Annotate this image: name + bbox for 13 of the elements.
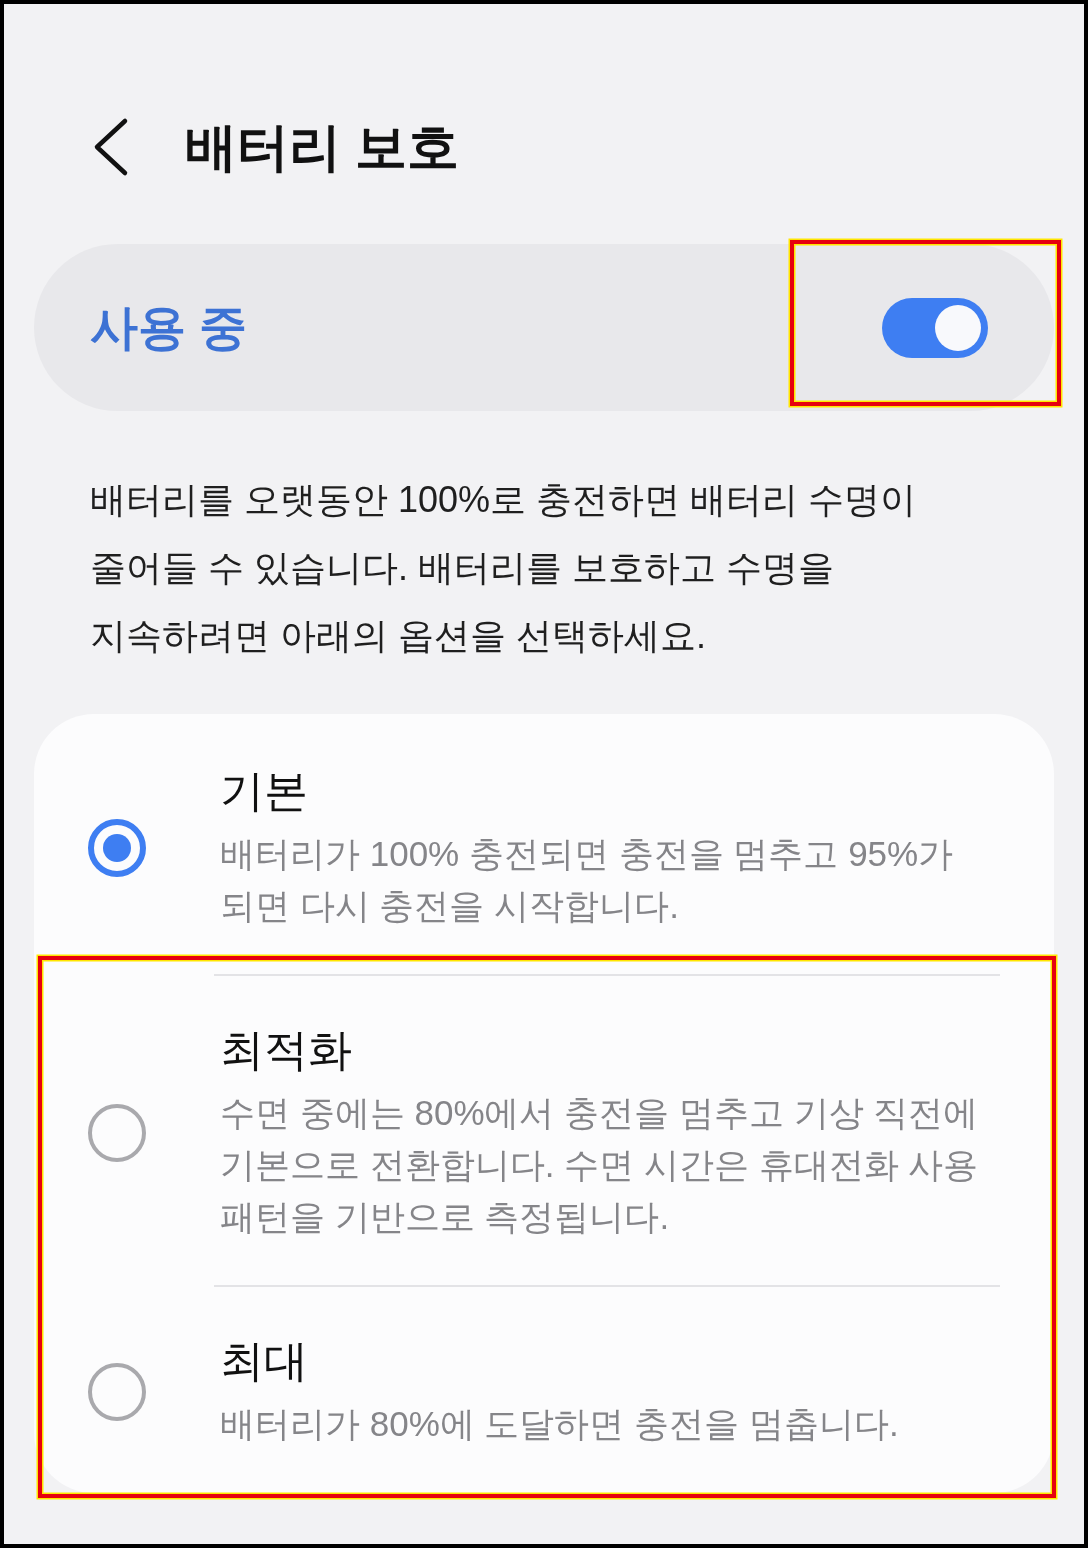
back-icon	[93, 117, 129, 177]
page-title: 배터리 보호	[185, 117, 460, 178]
option-title: 기본	[220, 765, 309, 817]
option-description: 배터리가 100% 충전되면 충전을 멈추고 95%가 되면 다시 충전을 시작합니다.	[220, 833, 955, 927]
radio-button[interactable]	[88, 818, 146, 877]
option-description: 수면 중에는 80%에서 충전을 멈추고 기상 직전에 기본으로 전환합니다. 수면 시간은 휴대전화 사용 패턴을 기반으로 측정됩니다.	[220, 1092, 980, 1238]
radio-button[interactable]	[88, 1103, 146, 1162]
option-description: 배터리가 80%에 도달하면 충전을 멈춥니다.	[220, 1403, 900, 1445]
description-text: 배터리를 오랫동안 100%로 충전하면 배터리 수명이 줄어들 수 있습니다. 배터리를 보호하고 수명을 지속하려면 아래의 옵션을 선택하세요.	[90, 478, 918, 658]
switch-label: 사용 중	[90, 299, 248, 356]
option-title: 최적화	[220, 1024, 353, 1076]
radio-button[interactable]	[88, 1362, 146, 1421]
option-title: 최대	[220, 1335, 309, 1387]
